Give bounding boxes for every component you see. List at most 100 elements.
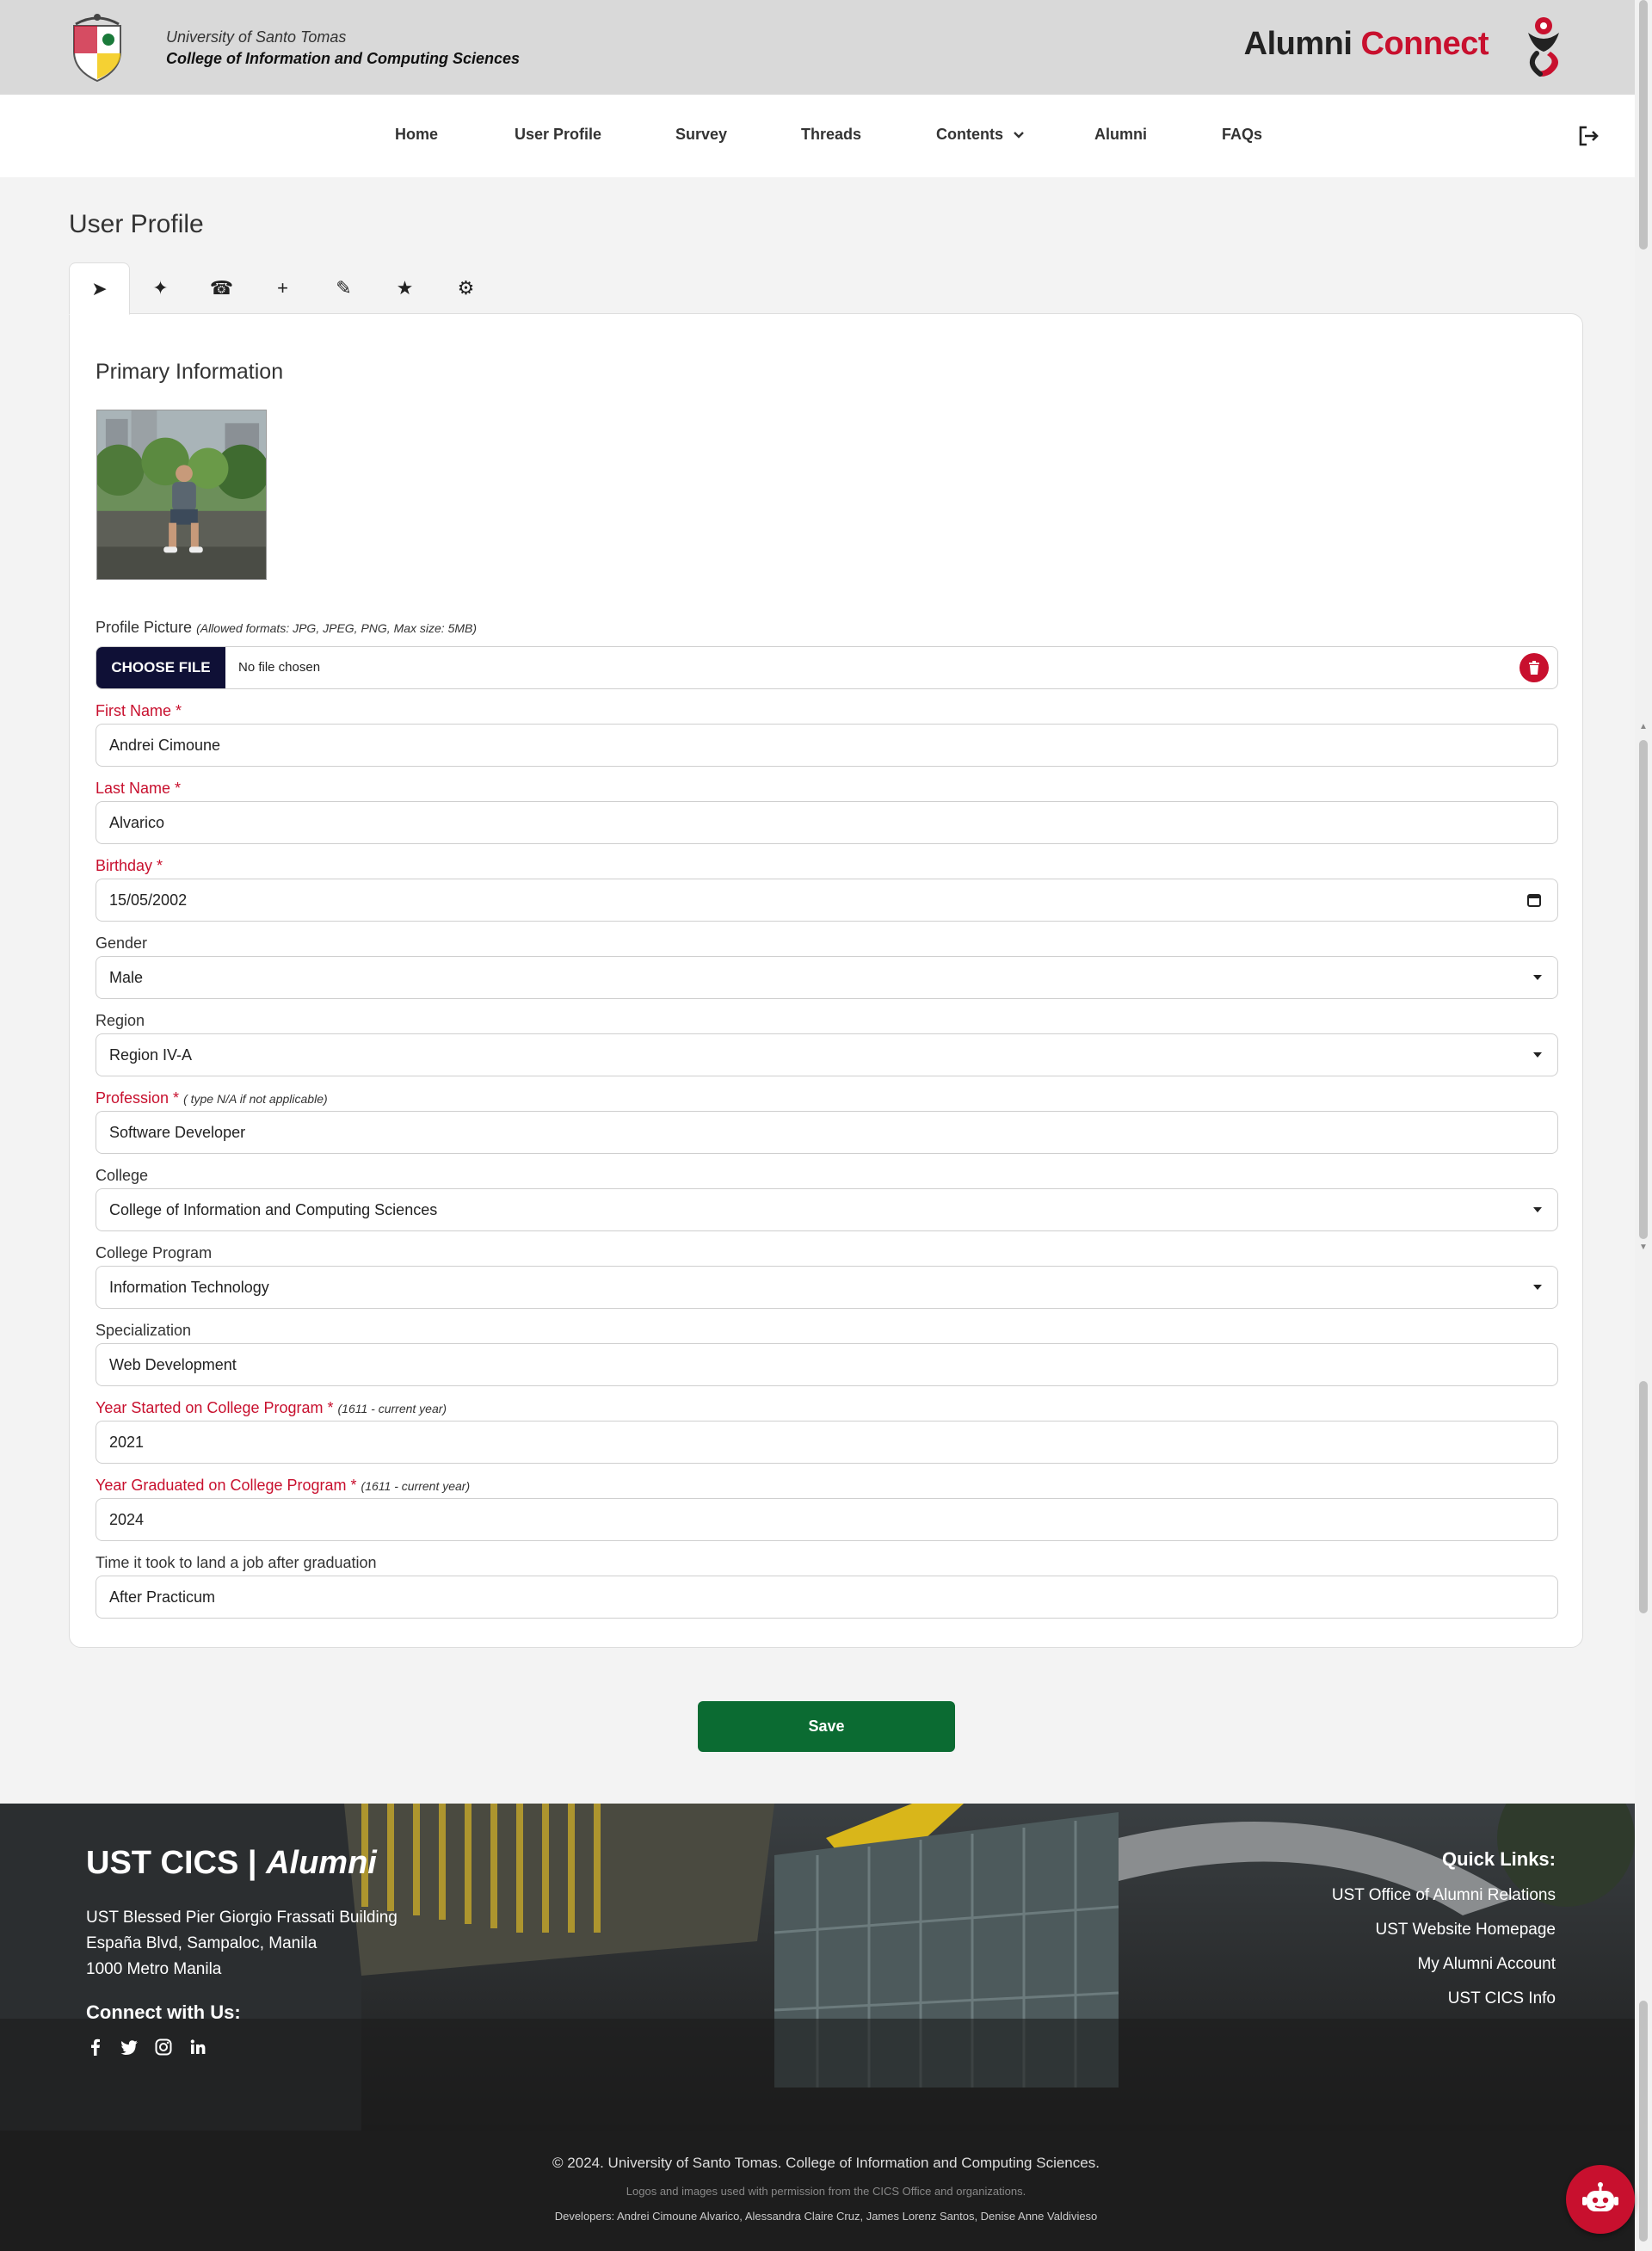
quick-link-alumni-relations[interactable]: UST Office of Alumni Relations <box>1332 1886 1556 1905</box>
year-graduated-label-text: Year Graduated on College Program * <box>96 1477 357 1494</box>
address-line: UST Blessed Pier Giorgio Frassati Buildi… <box>86 1909 398 1927</box>
quick-link-cics-info[interactable]: UST CICS Info <box>1448 1989 1556 2008</box>
developers-text: Developers: Andrei Cimoune Alvarico, Ale… <box>554 2210 1098 2223</box>
sparkle-icon: ✦ <box>152 277 169 299</box>
caret-down-icon <box>1533 1207 1542 1212</box>
year-started-field[interactable]: 2021 <box>96 1421 1558 1464</box>
paper-plane-icon: ➤ <box>91 278 108 299</box>
star-icon: ★ <box>396 277 414 299</box>
footer-address: UST Blessed Pier Giorgio Frassati Buildi… <box>86 1905 398 1983</box>
time-to-job-label: Time it took to land a job after graduat… <box>96 1554 377 1571</box>
scroll-up-arrow[interactable]: ▲ <box>1639 723 1648 731</box>
college-value: College of Information and Computing Sci… <box>109 1201 438 1218</box>
quick-link-my-account[interactable]: My Alumni Account <box>1417 1955 1556 1974</box>
gender-value: Male <box>109 969 144 986</box>
tab-star[interactable]: ★ <box>374 262 435 314</box>
instagram-icon[interactable] <box>154 2038 173 2057</box>
pencil-icon: ✎ <box>336 277 352 299</box>
caret-down-icon <box>1533 1285 1542 1290</box>
quick-link-ust-homepage[interactable]: UST Website Homepage <box>1376 1921 1556 1940</box>
nav-contents[interactable]: Contents <box>936 126 1025 144</box>
program-value: Information Technology <box>109 1279 269 1296</box>
first-name-field[interactable]: Andrei Cimoune <box>96 724 1558 767</box>
tab-add[interactable]: + <box>252 262 313 314</box>
specialization-field[interactable]: Web Development <box>96 1343 1558 1386</box>
last-name-label: Last Name * <box>96 780 182 797</box>
nav-threads[interactable]: Threads <box>801 126 861 144</box>
ust-crest-logo <box>73 14 121 83</box>
choose-file-button[interactable]: CHOOSE FILE <box>96 647 225 688</box>
tab-contact[interactable]: ☎ <box>191 262 252 314</box>
nav-survey[interactable]: Survey <box>675 126 727 144</box>
tab-edit[interactable]: ✎ <box>313 262 374 314</box>
top-header: University of Santo Tomas College of Inf… <box>0 0 1635 95</box>
birthday-field[interactable]: 15/05/2002 <box>96 879 1558 922</box>
profession-label: Profession * ( type N/A if not applicabl… <box>96 1089 328 1107</box>
nav-faqs[interactable]: FAQs <box>1222 126 1262 144</box>
nav-user-profile[interactable]: User Profile <box>515 126 601 144</box>
college-name: College of Information and Computing Sci… <box>166 50 521 67</box>
profession-label-text: Profession * <box>96 1089 180 1107</box>
phone-icon: ☎ <box>209 277 234 299</box>
nav-alumni[interactable]: Alumni <box>1094 126 1147 144</box>
profile-picture-input[interactable]: CHOOSE FILE No file chosen <box>96 646 1558 689</box>
footer-title: UST CICS | Alumni <box>86 1845 377 1882</box>
tab-primary[interactable]: ➤ <box>69 262 130 315</box>
profession-note: ( type N/A if not applicable) <box>183 1092 328 1106</box>
footer-title-part2: Alumni <box>266 1845 377 1881</box>
program-label: College Program <box>96 1244 213 1261</box>
scrollbar-thumb-secondary[interactable] <box>1639 740 1648 1239</box>
brand-title: Alumni Connect <box>1244 26 1489 63</box>
year-started-note: (1611 - current year) <box>337 1402 447 1415</box>
region-select[interactable]: Region IV-A <box>96 1033 1558 1076</box>
page-title: User Profile <box>69 210 204 238</box>
scrollbar-thumb-tertiary[interactable] <box>1639 1381 1648 1613</box>
footer-title-part1: UST CICS | <box>86 1845 267 1881</box>
twitter-icon[interactable] <box>120 2038 139 2057</box>
address-line: España Blvd, Sampaloc, Manila <box>86 1934 317 1952</box>
gender-select[interactable]: Male <box>96 956 1558 999</box>
program-select[interactable]: Information Technology <box>96 1266 1558 1309</box>
year-started-label: Year Started on College Program * (1611 … <box>96 1399 447 1417</box>
settings-icon: ⚙ <box>457 277 475 299</box>
plus-icon: + <box>277 277 288 299</box>
caret-down-icon <box>1533 1052 1542 1058</box>
first-name-label: First Name * <box>96 702 182 719</box>
birthday-value: 15/05/2002 <box>109 891 188 909</box>
robot-icon <box>1582 2182 1618 2211</box>
university-name: University of Santo Tomas <box>166 28 347 46</box>
remove-photo-button[interactable] <box>1519 653 1549 682</box>
main-nav: Home User Profile Survey Threads Content… <box>0 95 1635 177</box>
college-select[interactable]: College of Information and Computing Sci… <box>96 1188 1558 1231</box>
year-graduated-note: (1611 - current year) <box>361 1479 471 1493</box>
year-graduated-field[interactable]: 2024 <box>96 1498 1558 1541</box>
scrollbar-thumb[interactable] <box>1639 0 1648 250</box>
copyright-text: © 2024. University of Santo Tomas. Colle… <box>552 2155 1100 2171</box>
last-name-field[interactable]: Alvarico <box>96 801 1558 844</box>
year-started-label-text: Year Started on College Program * <box>96 1399 334 1416</box>
tab-sparkle[interactable]: ✦ <box>130 262 191 314</box>
chevron-down-icon <box>1014 132 1024 139</box>
nav-contents-label: Contents <box>936 126 1003 143</box>
caret-down-icon <box>1533 975 1542 980</box>
time-to-job-field[interactable]: After Practicum <box>96 1576 1558 1619</box>
logout-icon[interactable] <box>1576 124 1600 148</box>
scrollbar-thumb-footer[interactable] <box>1639 2001 1648 2242</box>
nav-home[interactable]: Home <box>395 126 438 144</box>
brand-part1: Alumni <box>1243 26 1353 62</box>
primary-info-card: Primary Information Profile Picture (All… <box>69 313 1583 1648</box>
profession-field[interactable]: Software Developer <box>96 1111 1558 1154</box>
profile-picture-label: Profile Picture (Allowed formats: JPG, J… <box>96 619 477 637</box>
linkedin-icon[interactable] <box>188 2038 207 2057</box>
chatbot-button[interactable] <box>1566 2165 1635 2234</box>
file-status: No file chosen <box>238 660 321 675</box>
facebook-icon[interactable] <box>86 2038 105 2057</box>
tab-settings[interactable]: ⚙ <box>435 262 496 314</box>
save-button[interactable]: Save <box>698 1701 955 1752</box>
region-label: Region <box>96 1012 145 1029</box>
calendar-icon[interactable] <box>1526 892 1542 908</box>
permission-text: Logos and images used with permission fr… <box>626 2185 1026 2198</box>
scroll-down-arrow[interactable]: ▼ <box>1639 1243 1648 1252</box>
profile-picture-label-text: Profile Picture <box>96 619 193 636</box>
college-label: College <box>96 1167 149 1184</box>
